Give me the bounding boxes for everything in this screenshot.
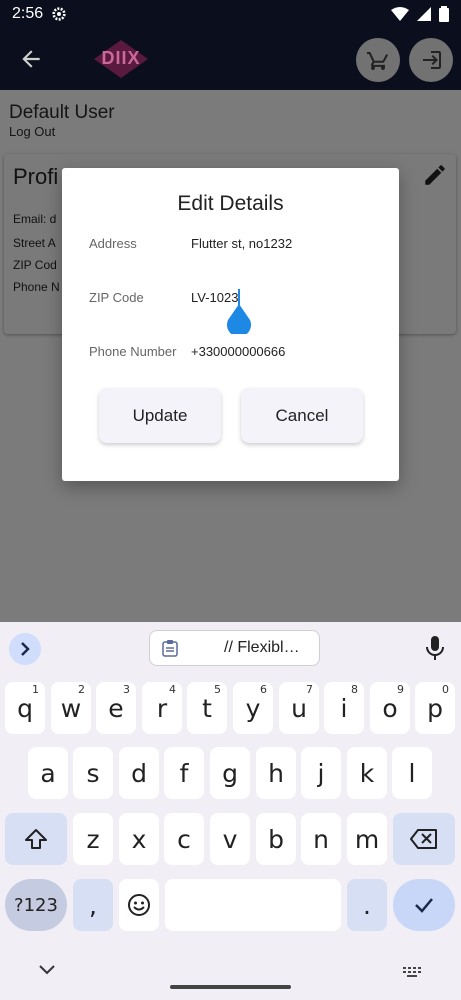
key-b[interactable]: b <box>256 813 296 865</box>
settings-gear-icon <box>52 7 66 21</box>
key-y[interactable]: y6 <box>233 682 273 734</box>
key-t[interactable]: t5 <box>187 682 227 734</box>
soft-keyboard: // Flexibl… q1 w2 e3 r4 t5 y6 u7 i8 o9 p… <box>0 622 461 1000</box>
logout-link[interactable]: Log Out <box>9 124 55 139</box>
cart-button[interactable] <box>356 38 400 82</box>
key-h[interactable]: h <box>256 747 296 799</box>
shift-icon <box>25 829 47 849</box>
cart-icon <box>367 52 388 70</box>
logout-icon <box>423 51 441 69</box>
symbols-key[interactable]: ?123 <box>5 879 67 931</box>
key-z[interactable]: z <box>73 813 113 865</box>
clipboard-suggestion-chip[interactable]: // Flexibl… <box>149 630 320 666</box>
profile-title: Profi <box>13 164 59 189</box>
checkmark-icon <box>415 898 433 913</box>
clipboard-icon <box>162 640 178 657</box>
backspace-icon <box>410 829 437 849</box>
profile-zip-field: ZIP Cod <box>13 258 57 272</box>
user-name: Default User <box>9 102 115 123</box>
comma-key[interactable]: , <box>73 879 113 931</box>
signal-icon <box>417 7 431 21</box>
phone-number-input[interactable]: +330000000666 <box>191 344 285 359</box>
key-d[interactable]: d <box>119 747 159 799</box>
profile-email-field: Email: d <box>13 212 57 226</box>
backspace-key[interactable] <box>393 813 455 865</box>
key-k[interactable]: k <box>347 747 387 799</box>
app-bar: DIIX <box>0 28 461 90</box>
emoji-key[interactable] <box>119 879 159 931</box>
cursor-handle-icon[interactable] <box>226 304 252 334</box>
key-o[interactable]: o9 <box>370 682 410 734</box>
profile-street-field: Street A <box>13 236 56 250</box>
address-input[interactable]: Flutter st, no1232 <box>191 236 292 251</box>
edit-details-dialog: Edit Details Address Flutter st, no1232 … <box>62 168 399 481</box>
wifi-icon <box>391 7 409 21</box>
logo-text: DIIX <box>101 48 141 68</box>
address-label: Address <box>89 236 137 251</box>
key-w[interactable]: w2 <box>51 682 91 734</box>
keyboard-expand-button[interactable] <box>9 633 41 665</box>
key-s[interactable]: s <box>73 747 113 799</box>
period-key[interactable]: . <box>347 879 387 931</box>
back-arrow-icon[interactable] <box>16 46 46 72</box>
key-c[interactable]: c <box>164 813 204 865</box>
keyboard-switch-icon[interactable] <box>402 966 422 978</box>
status-time: 2:56 <box>12 5 44 22</box>
key-i[interactable]: i8 <box>324 682 364 734</box>
space-bar[interactable] <box>165 879 341 931</box>
hide-keyboard-chevron-icon[interactable] <box>38 964 56 976</box>
key-j[interactable]: j <box>301 747 341 799</box>
battery-icon <box>439 6 449 22</box>
zip-code-input[interactable]: LV-1023 <box>191 290 238 305</box>
key-x[interactable]: x <box>119 813 159 865</box>
key-u[interactable]: u7 <box>279 682 319 734</box>
key-g[interactable]: g <box>210 747 250 799</box>
chevron-right-icon <box>21 642 30 656</box>
logout-button[interactable] <box>409 38 453 82</box>
key-n[interactable]: n <box>301 813 341 865</box>
key-e[interactable]: e3 <box>96 682 136 734</box>
key-p[interactable]: p0 <box>415 682 455 734</box>
key-v[interactable]: v <box>210 813 250 865</box>
key-q[interactable]: q1 <box>5 682 45 734</box>
status-bar: 2:56 <box>0 0 461 28</box>
cancel-button[interactable]: Cancel <box>241 388 363 443</box>
gesture-navigation-handle[interactable] <box>170 985 291 989</box>
app-logo: DIIX <box>92 38 150 80</box>
emoji-icon <box>128 894 150 916</box>
keyboard-toolbar: // Flexibl… <box>0 622 461 674</box>
clipboard-text: // Flexibl… <box>224 639 300 656</box>
profile-phone-field: Phone N <box>13 280 60 294</box>
key-f[interactable]: f <box>164 747 204 799</box>
update-button[interactable]: Update <box>99 388 221 443</box>
dialog-title: Edit Details <box>177 192 284 215</box>
phone-number-label: Phone Number <box>89 344 177 359</box>
enter-key[interactable] <box>393 879 455 931</box>
key-r[interactable]: r4 <box>142 682 182 734</box>
key-a[interactable]: a <box>28 747 68 799</box>
edit-pencil-icon[interactable] <box>422 162 448 188</box>
shift-key[interactable] <box>5 813 67 865</box>
key-l[interactable]: l <box>392 747 432 799</box>
microphone-icon[interactable] <box>424 634 446 662</box>
key-m[interactable]: m <box>347 813 387 865</box>
zip-code-label: ZIP Code <box>89 290 144 305</box>
